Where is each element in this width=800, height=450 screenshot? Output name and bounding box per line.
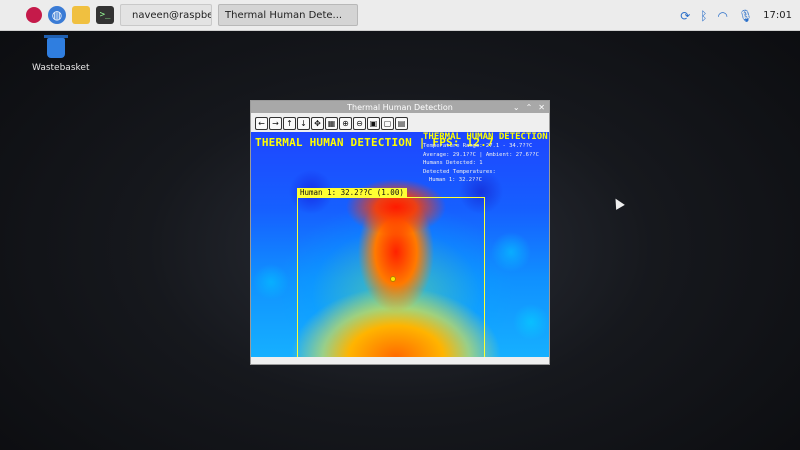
wastebasket-icon: [44, 35, 68, 58]
browser-icon[interactable]: ◍: [48, 6, 66, 24]
thermal-window: Thermal Human Detection ⌄ ⌃ ✕ ← → ↑ ↓ ✥ …: [250, 100, 550, 365]
info-title: THERMAL HUMAN DETECTION: [423, 132, 548, 142]
desktop-wastebasket[interactable]: Wastebasket: [32, 35, 90, 73]
grid-button[interactable]: ▦: [325, 116, 338, 130]
fit-button[interactable]: ▣: [367, 116, 380, 130]
zoom-in-button[interactable]: ⊕: [339, 116, 352, 130]
pan-button[interactable]: ✥: [311, 116, 324, 130]
wifi-icon[interactable]: ◠: [717, 9, 727, 23]
temp-range: Temperature Range: 27.1 - 34.7??C: [423, 143, 533, 149]
close-button[interactable]: ✕: [538, 103, 545, 112]
maximize-button[interactable]: ⌃: [526, 103, 533, 112]
back-button[interactable]: ←: [255, 116, 268, 130]
window-titlebar[interactable]: Thermal Human Detection ⌄ ⌃ ✕: [251, 101, 549, 113]
human-bounding-box: Human 1: 32.2??C (1.00): [297, 188, 485, 357]
actual-size-button[interactable]: ▢: [381, 116, 394, 130]
updater-icon[interactable]: ⟳: [680, 9, 690, 23]
thermal-image: THERMAL HUMAN DETECTION | FPS: 12.7 THER…: [251, 132, 549, 357]
pan-up-button[interactable]: ↑: [283, 116, 296, 130]
terminal-launcher-icon[interactable]: >_: [96, 6, 114, 24]
humans-detected: Humans Detected: 1: [423, 160, 483, 166]
clock[interactable]: 17:01: [763, 10, 792, 21]
raspberry-menu-icon[interactable]: [26, 7, 42, 23]
save-button[interactable]: ▤: [395, 116, 408, 130]
mouse-cursor-icon: [611, 196, 625, 210]
wastebasket-label: Wastebasket: [32, 63, 90, 73]
average-temp: Average: 29.1??C | Ambient: 27.6??C: [423, 151, 539, 158]
zoom-out-button[interactable]: ⊖: [353, 116, 366, 130]
microphone-icon[interactable]: 🎙: [738, 9, 753, 23]
taskbar: ◍ >_ naveen@raspberrypi... Thermal Human…: [0, 0, 800, 31]
bluetooth-icon[interactable]: ᛒ: [700, 9, 707, 23]
detected-heading: Detected Temperatures:: [423, 168, 496, 175]
taskbar-app-label: Thermal Human Dete...: [225, 9, 343, 21]
pan-down-button[interactable]: ↓: [297, 116, 310, 130]
detected-item: Human 1: 32.2??C: [429, 177, 482, 183]
minimize-button[interactable]: ⌄: [513, 103, 520, 112]
window-title: Thermal Human Detection: [347, 102, 453, 112]
toolbar: ← → ↑ ↓ ✥ ▦ ⊕ ⊖ ▣ ▢ ▤: [251, 115, 549, 131]
taskbar-app-button[interactable]: Thermal Human Dete...: [218, 4, 358, 26]
forward-button[interactable]: →: [269, 116, 282, 130]
bbox-label: Human 1: 32.2??C (1.00): [297, 188, 407, 197]
centroid-marker: [390, 276, 396, 282]
taskbar-terminal-button[interactable]: naveen@raspberrypi...: [120, 4, 212, 26]
file-manager-icon[interactable]: [72, 6, 90, 24]
system-tray: ⟳ ᛒ ◠ 🎙 17:01: [680, 0, 792, 31]
taskbar-terminal-label: naveen@raspberrypi...: [132, 9, 211, 21]
info-panel: THERMAL HUMAN DETECTION Temperature Rang…: [423, 132, 549, 185]
